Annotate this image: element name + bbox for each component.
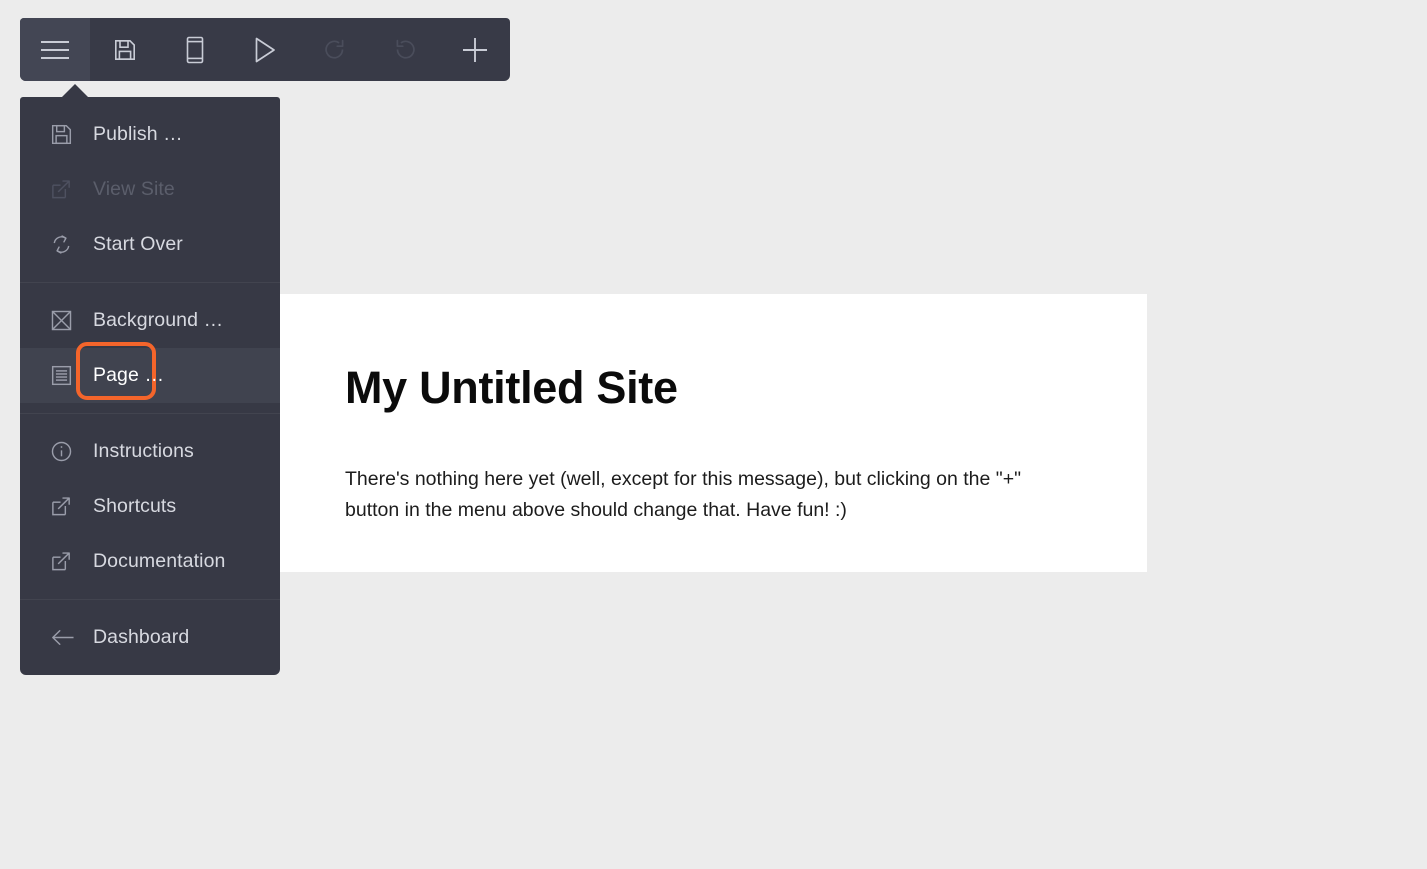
external-link-icon	[50, 550, 80, 573]
mobile-device-icon	[186, 36, 204, 64]
page-title[interactable]: My Untitled Site	[345, 362, 678, 414]
floppy-disk-icon	[50, 123, 80, 146]
add-button[interactable]	[440, 18, 510, 81]
redo-arrow-icon	[322, 37, 348, 63]
undo-arrow-icon	[392, 37, 418, 63]
menu-item-label: Publish …	[93, 123, 183, 145]
mobile-preview-button[interactable]	[160, 18, 230, 81]
menu-item-label: Documentation	[93, 550, 226, 572]
document-lines-icon	[50, 364, 80, 387]
menu-item-instructions[interactable]: Instructions	[20, 424, 280, 479]
external-link-icon	[50, 178, 80, 201]
menu-group-site: Publish … View Site Start Over	[20, 97, 280, 282]
floppy-disk-icon	[113, 38, 137, 62]
menu-item-dashboard[interactable]: Dashboard	[20, 610, 280, 665]
main-menu-panel: Publish … View Site Start Over Backgroun…	[20, 84, 280, 675]
hamburger-icon	[39, 39, 71, 61]
menu-item-label: Page …	[93, 364, 165, 386]
undo-button[interactable]	[370, 18, 440, 81]
refresh-cycle-icon	[50, 233, 80, 256]
preview-button[interactable]	[230, 18, 300, 81]
menu-item-label: Background …	[93, 309, 224, 331]
menu-item-documentation[interactable]: Documentation	[20, 534, 280, 589]
arrow-left-icon	[50, 626, 80, 649]
plus-icon	[461, 36, 489, 64]
menu-item-publish[interactable]: Publish …	[20, 107, 280, 162]
menu-item-view-site[interactable]: View Site	[20, 162, 280, 217]
menu-group-help: Instructions Shortcuts Documentation	[20, 413, 280, 599]
play-triangle-icon	[253, 36, 277, 64]
menu-item-label: Start Over	[93, 233, 183, 255]
page-body-text[interactable]: There's nothing here yet (well, except f…	[345, 464, 1075, 526]
editor-toolbar	[20, 18, 510, 81]
save-button[interactable]	[90, 18, 160, 81]
menu-caret	[61, 84, 89, 98]
site-content-card: My Untitled Site There's nothing here ye…	[280, 294, 1147, 572]
menu-item-label: Instructions	[93, 440, 194, 462]
info-circle-icon	[50, 440, 80, 463]
menu-group-design: Background … Page …	[20, 282, 280, 413]
menu-toggle-button[interactable]	[20, 18, 90, 81]
redo-button[interactable]	[300, 18, 370, 81]
menu-item-start-over[interactable]: Start Over	[20, 217, 280, 272]
external-link-icon	[50, 495, 80, 518]
menu-item-label: Shortcuts	[93, 495, 177, 517]
menu-item-shortcuts[interactable]: Shortcuts	[20, 479, 280, 534]
menu-item-label: View Site	[93, 178, 175, 200]
image-placeholder-icon	[50, 309, 80, 332]
menu-item-page[interactable]: Page …	[20, 342, 280, 403]
menu-item-label: Dashboard	[93, 626, 190, 648]
menu-item-background[interactable]: Background …	[20, 293, 280, 348]
menu-group-navigation: Dashboard	[20, 599, 280, 675]
